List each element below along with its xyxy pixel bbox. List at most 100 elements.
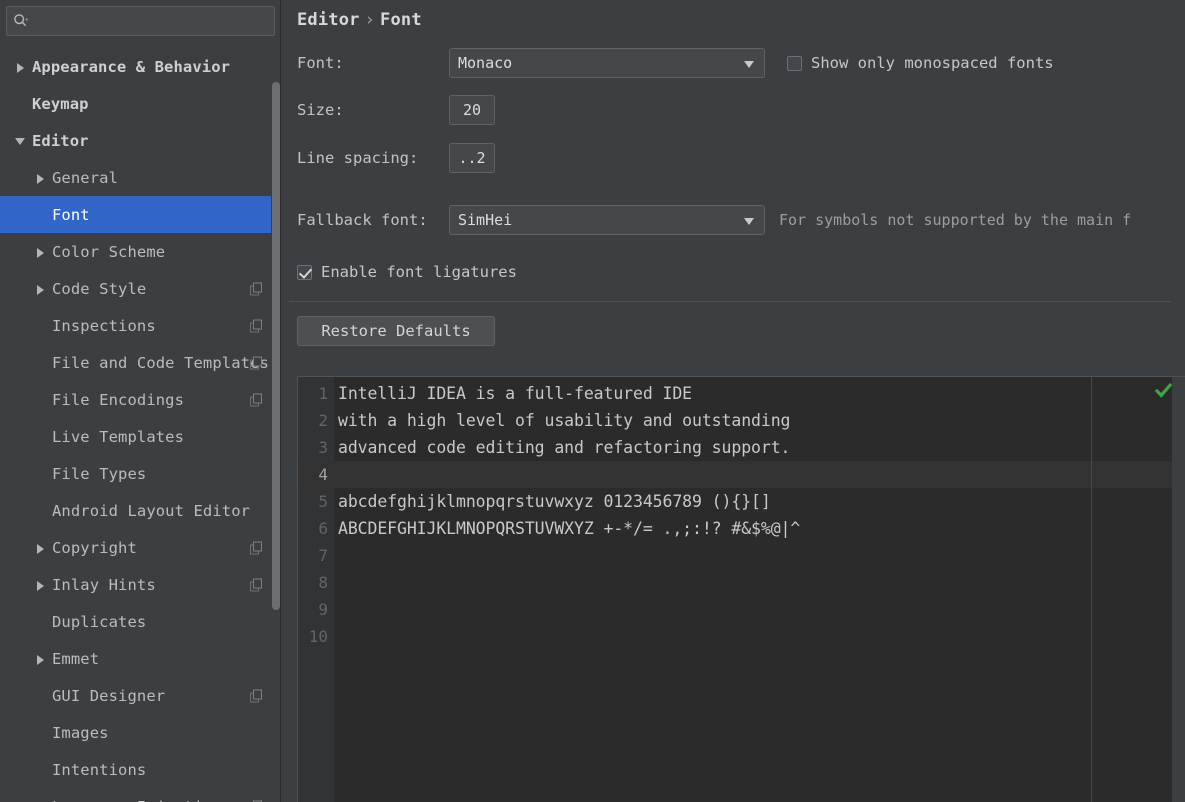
sidebar-item-live-templates[interactable]: Live Templates xyxy=(0,418,281,455)
page-title: Font xyxy=(380,10,422,30)
show-monospaced-label: Show only monospaced fonts xyxy=(811,54,1054,72)
chevron-right-icon[interactable] xyxy=(34,171,48,185)
search-box[interactable] xyxy=(6,6,275,36)
search-area xyxy=(0,0,281,36)
copy-settings-icon[interactable] xyxy=(250,689,263,702)
sidebar-item-android-layout-editor[interactable]: Android Layout Editor xyxy=(0,492,281,529)
font-row: Font: Monaco Show only monospaced fonts xyxy=(281,48,1185,78)
preview-line xyxy=(334,461,1185,488)
chevron-right-icon[interactable] xyxy=(14,60,28,74)
show-monospaced-checkbox-row[interactable]: Show only monospaced fonts xyxy=(787,54,1054,72)
sidebar-item-label: Intentions xyxy=(52,760,147,779)
line-number-gutter: 1 2 3 4 5 6 7 8 9 10 xyxy=(298,377,334,802)
sidebar-item-color-scheme[interactable]: Color Scheme xyxy=(0,233,281,270)
sidebar-item-copyright[interactable]: Copyright xyxy=(0,529,281,566)
sidebar-item-editor[interactable]: Editor xyxy=(0,122,281,159)
chevron-right-icon[interactable] xyxy=(34,282,48,296)
enable-ligatures-checkbox[interactable] xyxy=(297,264,312,280)
fallback-font-hint: For symbols not supported by the main f xyxy=(779,211,1132,229)
show-monospaced-checkbox[interactable] xyxy=(787,55,802,71)
copy-settings-icon[interactable] xyxy=(250,578,263,591)
sidebar-scrollbar-thumb[interactable] xyxy=(272,82,280,610)
chevron-right-icon[interactable] xyxy=(34,245,48,259)
chevron-down-icon xyxy=(744,61,754,68)
sidebar-item-label: Inlay Hints xyxy=(52,575,156,594)
sidebar-item-emmet[interactable]: Emmet xyxy=(0,640,281,677)
preview-code-area[interactable]: IntelliJ IDEA is a full-featured IDE with… xyxy=(334,377,1185,802)
copy-settings-icon[interactable] xyxy=(250,319,263,332)
sidebar-item-label: Appearance & Behavior xyxy=(32,57,231,76)
sidebar-item-label: Duplicates xyxy=(52,612,147,631)
sidebar-item-inlay-hints[interactable]: Inlay Hints xyxy=(0,566,281,603)
chevron-right-icon[interactable] xyxy=(34,652,48,666)
fallback-font-combobox[interactable]: SimHei xyxy=(449,205,765,235)
line-spacing-label: Line spacing: xyxy=(297,149,419,167)
sidebar-item-inspections[interactable]: Inspections xyxy=(0,307,281,344)
sidebar-item-label: Inspections xyxy=(52,316,156,335)
font-preview-editor[interactable]: 1 2 3 4 5 6 7 8 9 10 IntelliJ IDEA is a full-feat… xyxy=(297,376,1185,802)
fallback-font-label: Fallback font: xyxy=(297,211,428,229)
sidebar-item-file-encodings[interactable]: File Encodings xyxy=(0,381,281,418)
right-margin-guide xyxy=(1091,377,1092,802)
breadcrumb-parent[interactable]: Editor xyxy=(297,10,360,30)
preview-line: advanced code editing and refactoring su… xyxy=(338,438,791,457)
line-number: 5 xyxy=(318,492,328,511)
chevron-down-icon[interactable] xyxy=(14,134,28,148)
size-row: Size: 20 xyxy=(281,95,1185,125)
sidebar-item-language-injections[interactable]: Language Injections xyxy=(0,788,281,802)
sidebar-item-label: Copyright xyxy=(52,538,137,557)
chevron-down-icon xyxy=(744,218,754,225)
sidebar-item-general[interactable]: General xyxy=(0,159,281,196)
ligatures-checkbox-row[interactable]: Enable font ligatures xyxy=(297,263,517,281)
fallback-font-row: Fallback font: SimHei For symbols not su… xyxy=(281,205,1185,235)
line-number: 6 xyxy=(318,519,328,538)
sidebar-item-label: File Types xyxy=(52,464,147,483)
settings-tree: Appearance & Behavior Keymap Editor General… xyxy=(0,48,281,802)
sidebar-item-intentions[interactable]: Intentions xyxy=(0,751,281,788)
sidebar-item-gui-designer[interactable]: GUI Designer xyxy=(0,677,281,714)
restore-defaults-button[interactable]: Restore Defaults xyxy=(297,316,495,346)
sidebar-item-images[interactable]: Images xyxy=(0,714,281,751)
sidebar-item-label: Android Layout Editor xyxy=(52,501,251,520)
sidebar-item-duplicates[interactable]: Duplicates xyxy=(0,603,281,640)
sidebar-item-keymap[interactable]: Keymap xyxy=(0,85,281,122)
line-number: 9 xyxy=(318,600,328,619)
sidebar-item-code-style[interactable]: Code Style xyxy=(0,270,281,307)
sidebar-item-label: General xyxy=(52,168,119,187)
copy-settings-icon[interactable] xyxy=(250,356,263,369)
font-combobox[interactable]: Monaco xyxy=(449,48,765,78)
sidebar-item-file-types[interactable]: File Types xyxy=(0,455,281,492)
sidebar-item-label: Code Style xyxy=(52,279,147,298)
copy-settings-icon[interactable] xyxy=(250,282,263,295)
preview-line: abcdefghijklmnopqrstuvwxyz 0123456789 ()… xyxy=(338,492,771,511)
search-input[interactable] xyxy=(29,13,268,29)
line-number: 3 xyxy=(318,438,328,457)
inspection-ok-check-icon[interactable] xyxy=(1154,382,1173,399)
sidebar-item-label: GUI Designer xyxy=(52,686,166,705)
settings-sidebar: Appearance & Behavior Keymap Editor General… xyxy=(0,0,281,802)
size-input[interactable]: 20 xyxy=(449,95,495,125)
chevron-right-icon[interactable] xyxy=(34,541,48,555)
sidebar-item-font[interactable]: Font xyxy=(0,196,281,233)
line-spacing-input[interactable]: ..2 xyxy=(449,143,495,173)
size-label: Size: xyxy=(297,101,344,119)
chevron-right-icon[interactable] xyxy=(34,578,48,592)
sidebar-item-appearance-behavior[interactable]: Appearance & Behavior xyxy=(0,48,281,85)
line-number: 10 xyxy=(308,627,328,646)
line-number: 7 xyxy=(318,546,328,565)
fallback-font-value: SimHei xyxy=(458,211,513,229)
preview-line xyxy=(334,569,1185,596)
breadcrumb-separator: › xyxy=(364,10,376,30)
marker-track[interactable] xyxy=(1172,377,1185,802)
copy-settings-icon[interactable] xyxy=(250,541,263,554)
copy-settings-icon[interactable] xyxy=(250,393,263,406)
sidebar-item-label: Language Injections xyxy=(52,798,231,802)
sidebar-item-file-and-code-templates[interactable]: File and Code Templates xyxy=(0,344,281,381)
